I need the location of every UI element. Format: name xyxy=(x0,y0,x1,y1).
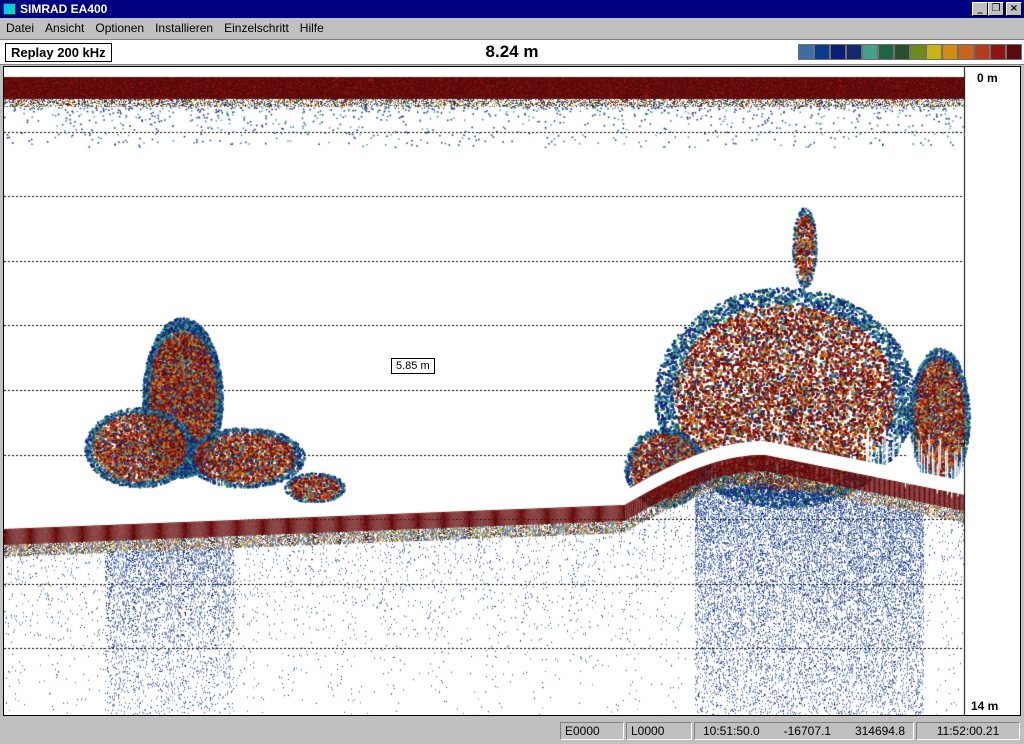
color-scale-swatch xyxy=(862,44,878,60)
color-scale-swatch xyxy=(910,44,926,60)
menu-ansicht[interactable]: Ansicht xyxy=(39,21,89,35)
depth-marker[interactable]: 5.85 m xyxy=(391,358,435,374)
color-scale-swatch xyxy=(814,44,830,60)
window-controls: _ ❐ × xyxy=(972,2,1022,16)
menu-bar: Datei Ansicht Optionen Installieren Einz… xyxy=(0,18,1024,38)
window-title: SIMRAD EA400 xyxy=(20,2,108,16)
color-scale[interactable] xyxy=(798,44,1022,60)
color-scale-swatch xyxy=(926,44,942,60)
color-scale-swatch xyxy=(830,44,846,60)
menu-einzelschritt[interactable]: Einzelschritt xyxy=(218,21,294,35)
depth-scale-top: 0 m xyxy=(977,71,998,85)
menu-hilfe[interactable]: Hilfe xyxy=(294,21,329,35)
status-clock: 11:52:00.21 xyxy=(916,722,1020,740)
status-e-counter: E0000 xyxy=(560,722,624,740)
info-bar: Replay 200 kHz 8.24 m xyxy=(0,39,1024,65)
close-button[interactable]: × xyxy=(1006,2,1022,16)
menu-installieren[interactable]: Installieren xyxy=(149,21,218,35)
menu-optionen[interactable]: Optionen xyxy=(89,21,149,35)
color-scale-swatch xyxy=(878,44,894,60)
status-coord-y: 314694.8 xyxy=(854,724,905,738)
color-scale-swatch xyxy=(894,44,910,60)
echogram-panel[interactable]: 0 m 14 m 5.85 m xyxy=(3,66,1021,716)
status-bar: E0000 L0000 10:51:50.0 -16707.1 314694.8… xyxy=(0,718,1024,744)
menu-datei[interactable]: Datei xyxy=(0,21,39,35)
app-icon xyxy=(3,3,16,15)
color-scale-swatch xyxy=(974,44,990,60)
color-scale-swatch xyxy=(798,44,814,60)
status-l-counter: L0000 xyxy=(626,722,692,740)
title-bar: SIMRAD EA400 _ ❐ × xyxy=(0,0,1024,18)
maximize-button[interactable]: ❐ xyxy=(988,2,1004,16)
status-coord-x: -16707.1 xyxy=(783,724,832,738)
status-position: 10:51:50.0 -16707.1 314694.8 xyxy=(694,722,914,740)
echogram-canvas[interactable] xyxy=(4,67,1020,715)
minimize-button[interactable]: _ xyxy=(972,2,988,16)
depth-scale-bottom: 14 m xyxy=(971,699,999,713)
color-scale-swatch xyxy=(846,44,862,60)
color-scale-swatch xyxy=(942,44,958,60)
color-scale-swatch xyxy=(958,44,974,60)
color-scale-swatch xyxy=(1006,44,1022,60)
color-scale-swatch xyxy=(990,44,1006,60)
status-ping-time: 10:51:50.0 xyxy=(703,724,760,738)
